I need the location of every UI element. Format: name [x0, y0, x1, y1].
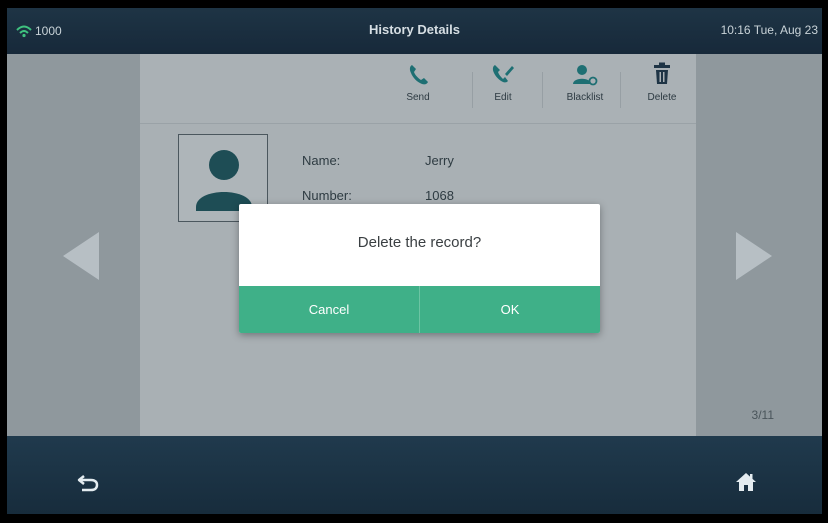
back-arrow-icon — [77, 475, 99, 492]
phone-screen: 1000 History Details 10:16 Tue, Aug 23 S… — [7, 8, 822, 514]
device-bezel: 1000 History Details 10:16 Tue, Aug 23 S… — [0, 0, 828, 523]
phone-icon — [409, 65, 428, 85]
dialog-message: Delete the record? — [357, 234, 482, 251]
ok-button[interactable]: OK — [420, 286, 600, 333]
blacklist-icon — [573, 65, 598, 86]
toolbar-divider — [620, 72, 621, 108]
status-bar: 1000 History Details 10:16 Tue, Aug 23 — [7, 8, 822, 54]
previous-arrow-icon[interactable] — [63, 232, 99, 280]
send-button[interactable]: Send — [390, 62, 446, 103]
number-label: Number: — [302, 188, 352, 203]
delete-label: Delete — [647, 92, 677, 103]
trash-icon — [654, 62, 670, 84]
bottom-bar — [7, 436, 822, 514]
toolbar-divider — [472, 72, 473, 108]
home-button[interactable] — [735, 472, 757, 497]
clock: 10:16 Tue, Aug 23 — [720, 23, 818, 37]
blacklist-button[interactable]: Blacklist — [557, 62, 613, 103]
back-button[interactable] — [77, 474, 99, 497]
number-value: 1068 — [425, 188, 454, 203]
next-record-area[interactable]: 3/11 — [696, 54, 822, 436]
name-label: Name: — [302, 153, 341, 168]
edit-label: Edit — [494, 92, 512, 103]
cancel-button[interactable]: Cancel — [239, 286, 420, 333]
next-arrow-icon[interactable] — [736, 232, 772, 280]
dialog-button-bar: Cancel OK — [239, 286, 600, 333]
page-title: History Details — [368, 22, 461, 37]
home-icon — [736, 473, 756, 491]
edit-button[interactable]: Edit — [475, 62, 531, 103]
name-value: Jerry — [425, 153, 454, 168]
action-toolbar: Send Edit Blacklist Delete — [140, 54, 696, 124]
toolbar-divider — [542, 72, 543, 108]
blacklist-label: Blacklist — [566, 92, 604, 103]
edit-call-icon — [492, 65, 514, 83]
previous-record-area[interactable] — [7, 54, 140, 436]
send-label: Send — [406, 92, 430, 103]
delete-button[interactable]: Delete — [634, 62, 690, 103]
page-indicator: 3/11 — [751, 408, 774, 422]
delete-confirmation-dialog: Delete the record? Cancel OK — [239, 204, 600, 333]
